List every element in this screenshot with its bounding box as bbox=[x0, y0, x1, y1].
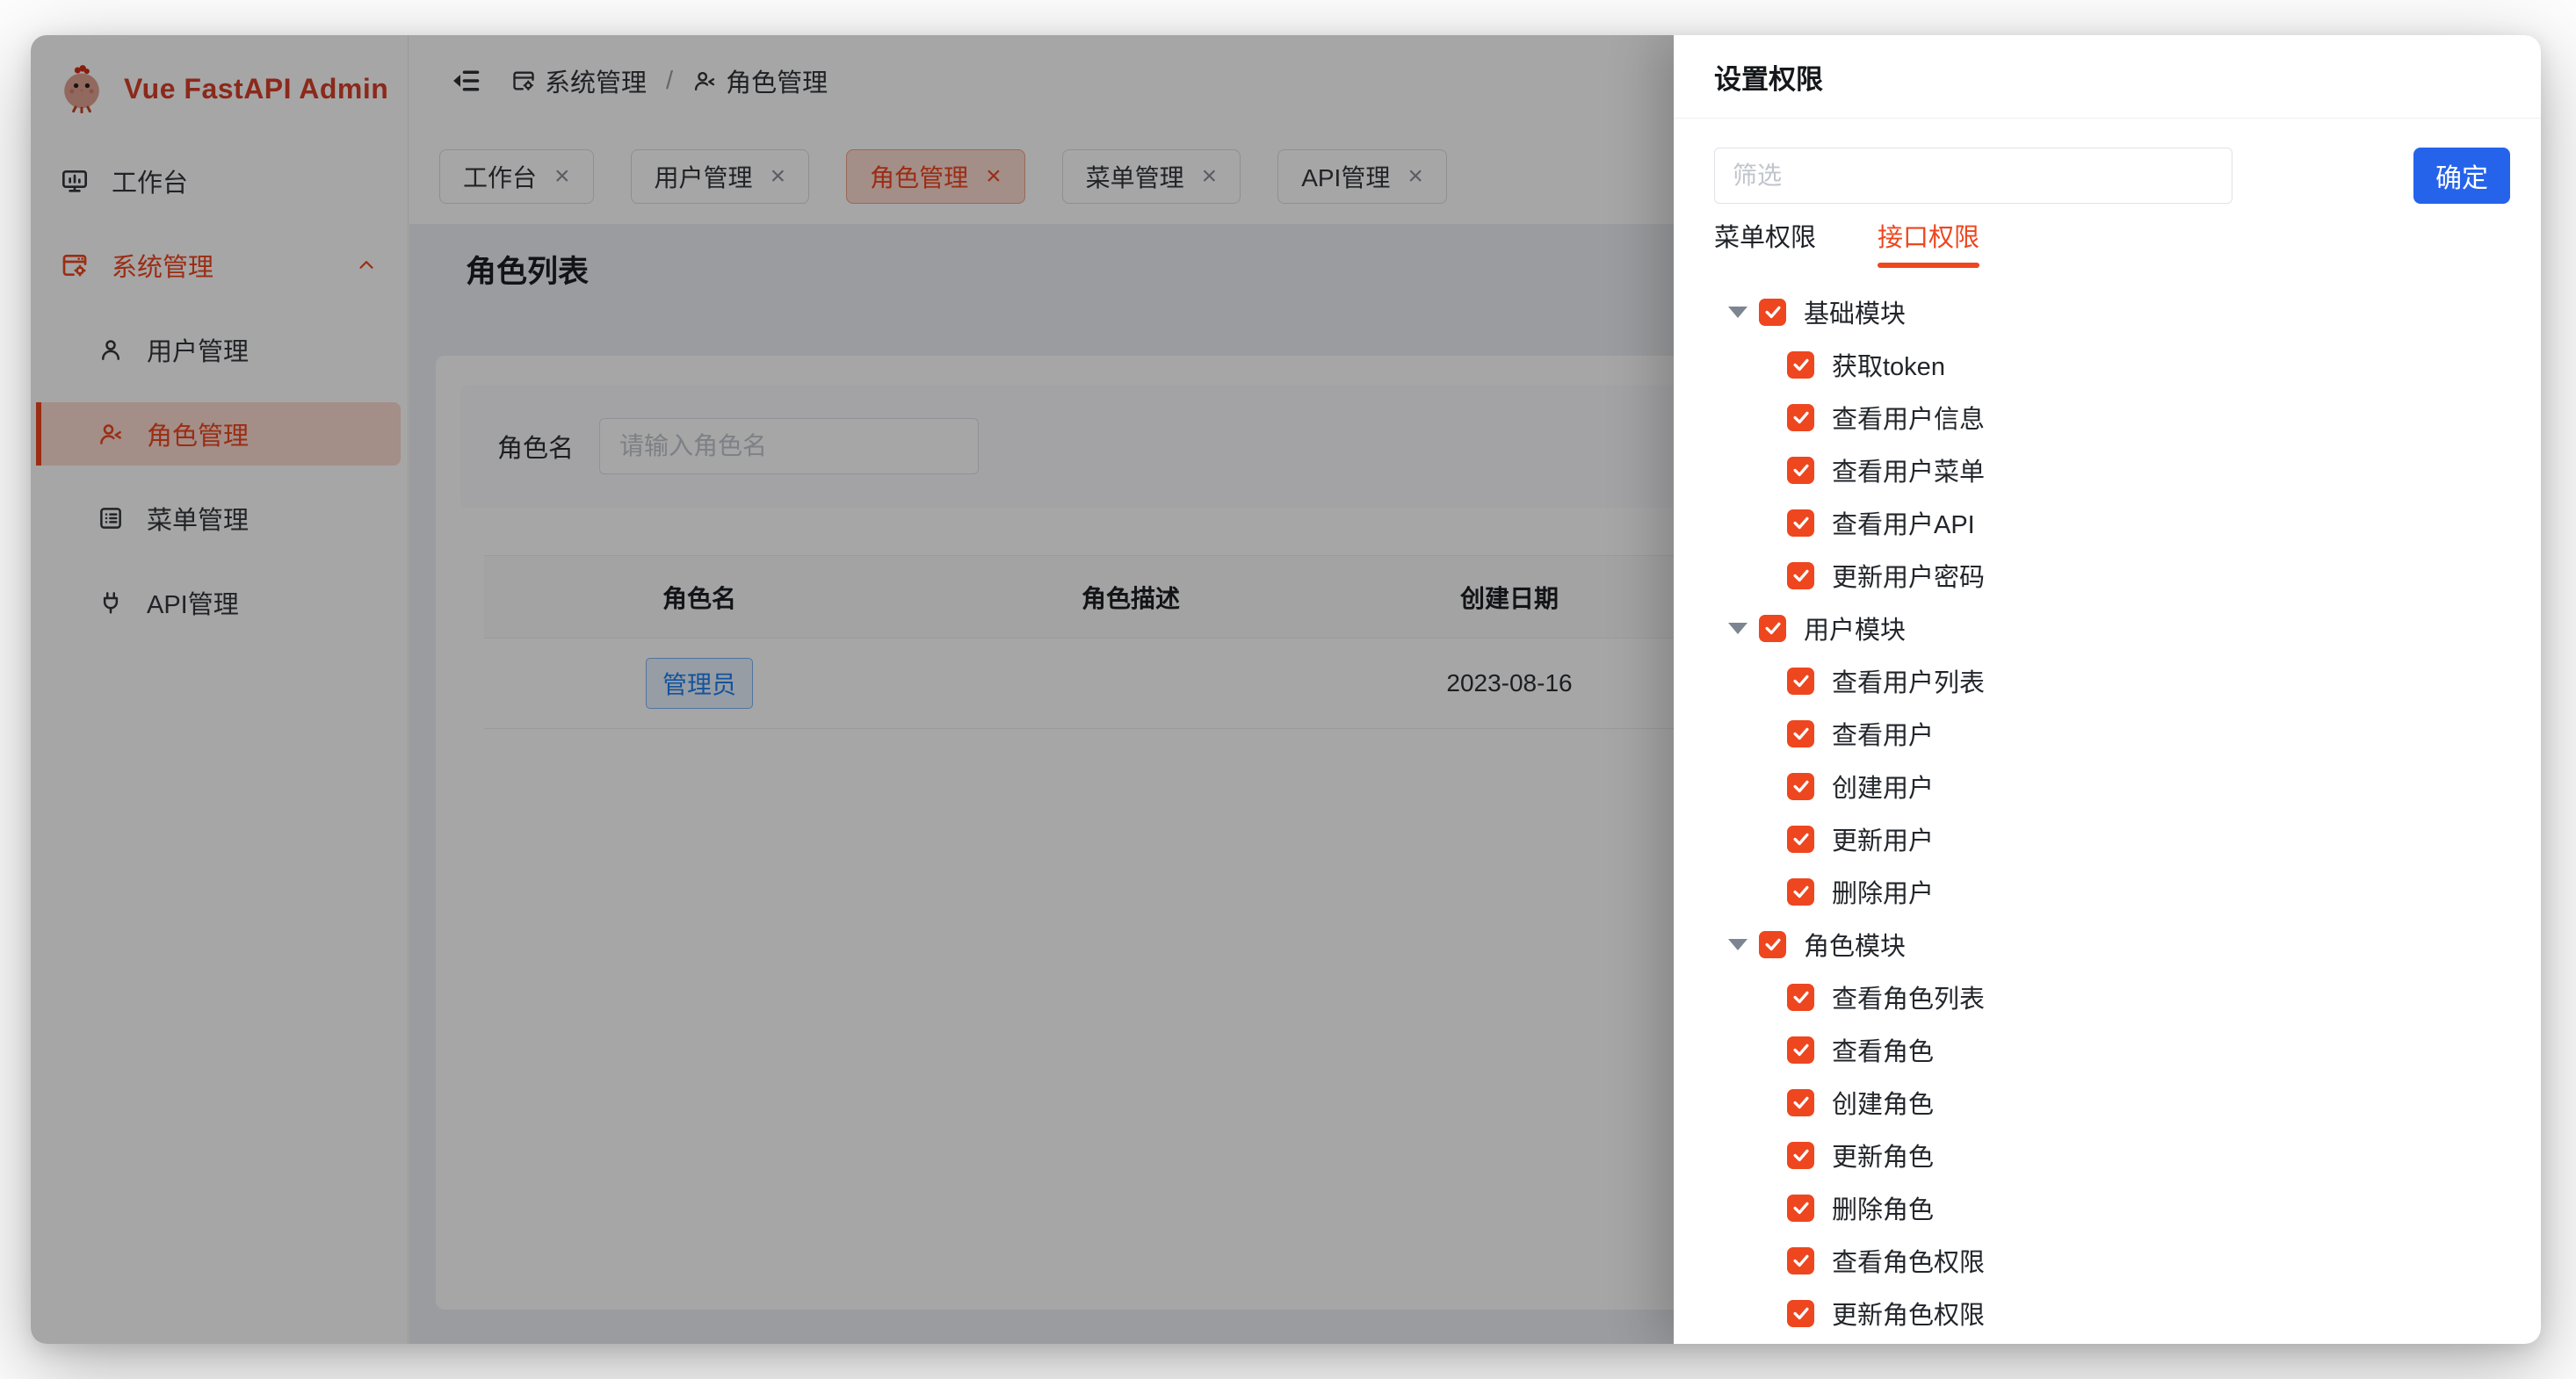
checkbox-checked-icon[interactable] bbox=[1787, 457, 1814, 484]
tree-node-label: 更新角色权限 bbox=[1832, 1295, 1985, 1332]
tree-node[interactable]: 删除用户 bbox=[1674, 865, 2541, 918]
tree-node-label: 创建角色 bbox=[1832, 1084, 1934, 1121]
checkbox-checked-icon[interactable] bbox=[1787, 878, 1814, 906]
tree-node[interactable]: 更新角色 bbox=[1674, 1129, 2541, 1181]
tree-node[interactable]: 查看角色 bbox=[1674, 1023, 2541, 1076]
checkbox-checked-icon[interactable] bbox=[1787, 720, 1814, 747]
tree-node-label: 基础模块 bbox=[1804, 293, 1906, 330]
tree-node[interactable]: 查看角色列表 bbox=[1674, 971, 2541, 1023]
tab-api-permissions[interactable]: 接口权限 bbox=[1878, 217, 1979, 268]
tree-node[interactable]: 创建用户 bbox=[1674, 760, 2541, 812]
tree-node[interactable]: 更新用户 bbox=[1674, 812, 2541, 865]
tree-node[interactable]: 查看用户信息 bbox=[1674, 391, 2541, 444]
drawer-body: 确定 菜单权限 接口权限 基础模块 获取token 查看用户信息 bbox=[1674, 119, 2541, 1344]
caret-down-icon[interactable] bbox=[1728, 307, 1747, 318]
checkbox-checked-icon[interactable] bbox=[1787, 1142, 1814, 1169]
checkbox-checked-icon[interactable] bbox=[1759, 615, 1786, 642]
tree-node[interactable]: 查看用户 bbox=[1674, 707, 2541, 760]
confirm-button[interactable]: 确定 bbox=[2413, 148, 2510, 204]
tree-node-label: 查看用户列表 bbox=[1832, 662, 1985, 699]
permission-filter-input[interactable] bbox=[1714, 148, 2232, 204]
tree-node[interactable]: 基础模块 bbox=[1674, 285, 2541, 338]
checkbox-checked-icon[interactable] bbox=[1787, 1300, 1814, 1327]
tree-node[interactable]: 更新用户密码 bbox=[1674, 549, 2541, 602]
drawer-title: 设置权限 bbox=[1674, 35, 2541, 119]
checkbox-checked-icon[interactable] bbox=[1787, 351, 1814, 379]
checkbox-checked-icon[interactable] bbox=[1787, 1247, 1814, 1274]
tree-node-label: 更新用户 bbox=[1832, 820, 1934, 857]
checkbox-checked-icon[interactable] bbox=[1787, 509, 1814, 537]
checkbox-checked-icon[interactable] bbox=[1787, 668, 1814, 695]
tree-node-label: 角色模块 bbox=[1804, 926, 1906, 963]
tree-node-label: 更新用户密码 bbox=[1832, 557, 1985, 594]
tree-node[interactable]: 查看用户菜单 bbox=[1674, 444, 2541, 496]
tree-node[interactable]: 更新角色权限 bbox=[1674, 1287, 2541, 1339]
tree-node-label: 查看用户API bbox=[1832, 504, 1975, 541]
checkbox-checked-icon[interactable] bbox=[1787, 984, 1814, 1011]
tree-node[interactable]: 创建角色 bbox=[1674, 1076, 2541, 1129]
permission-tree: 基础模块 获取token 查看用户信息 查看用户菜单 查看用户API bbox=[1674, 285, 2541, 1344]
tree-node-label: 创建用户 bbox=[1832, 768, 1934, 805]
tree-node-label: 查看用户 bbox=[1832, 715, 1934, 752]
tree-node-label: 查看用户信息 bbox=[1832, 399, 1985, 436]
permission-tabs: 菜单权限 接口权限 bbox=[1714, 217, 1979, 268]
app-window: Vue FastAPI Admin 工作台 bbox=[31, 35, 2541, 1344]
tree-node-label: 更新角色 bbox=[1832, 1137, 1934, 1173]
checkbox-checked-icon[interactable] bbox=[1787, 1036, 1814, 1064]
checkbox-checked-icon[interactable] bbox=[1787, 1195, 1814, 1222]
checkbox-checked-icon[interactable] bbox=[1787, 773, 1814, 800]
tree-node-label: 查看角色列表 bbox=[1832, 978, 1985, 1015]
set-permissions-drawer: 设置权限 确定 菜单权限 接口权限 基础模块 获取token bbox=[1674, 35, 2541, 1344]
tree-node[interactable]: 查看用户列表 bbox=[1674, 654, 2541, 707]
tree-node[interactable]: 用户模块 bbox=[1674, 602, 2541, 654]
tree-node-label: 获取token bbox=[1832, 346, 1945, 383]
tree-node-label: 查看用户菜单 bbox=[1832, 451, 1985, 488]
tree-node[interactable]: 删除角色 bbox=[1674, 1181, 2541, 1234]
checkbox-checked-icon[interactable] bbox=[1787, 826, 1814, 853]
checkbox-checked-icon[interactable] bbox=[1787, 404, 1814, 431]
tree-node-label: 查看角色权限 bbox=[1832, 1242, 1985, 1279]
checkbox-checked-icon[interactable] bbox=[1787, 1089, 1814, 1116]
tree-node-label: 用户模块 bbox=[1804, 610, 1906, 646]
tree-node-label: 查看角色 bbox=[1832, 1031, 1934, 1068]
tree-node-label: 删除用户 bbox=[1832, 873, 1934, 910]
tree-node-label: 删除角色 bbox=[1832, 1189, 1934, 1226]
checkbox-checked-icon[interactable] bbox=[1759, 931, 1786, 958]
checkbox-checked-icon[interactable] bbox=[1759, 299, 1786, 326]
tree-node[interactable]: 查看用户API bbox=[1674, 496, 2541, 549]
tree-node[interactable]: 查看角色权限 bbox=[1674, 1234, 2541, 1287]
checkbox-checked-icon[interactable] bbox=[1787, 562, 1814, 589]
tree-node[interactable]: 角色模块 bbox=[1674, 918, 2541, 971]
tab-menu-permissions[interactable]: 菜单权限 bbox=[1714, 217, 1816, 268]
caret-down-icon[interactable] bbox=[1728, 939, 1747, 950]
tree-node[interactable]: 获取token bbox=[1674, 338, 2541, 391]
caret-down-icon[interactable] bbox=[1728, 623, 1747, 634]
